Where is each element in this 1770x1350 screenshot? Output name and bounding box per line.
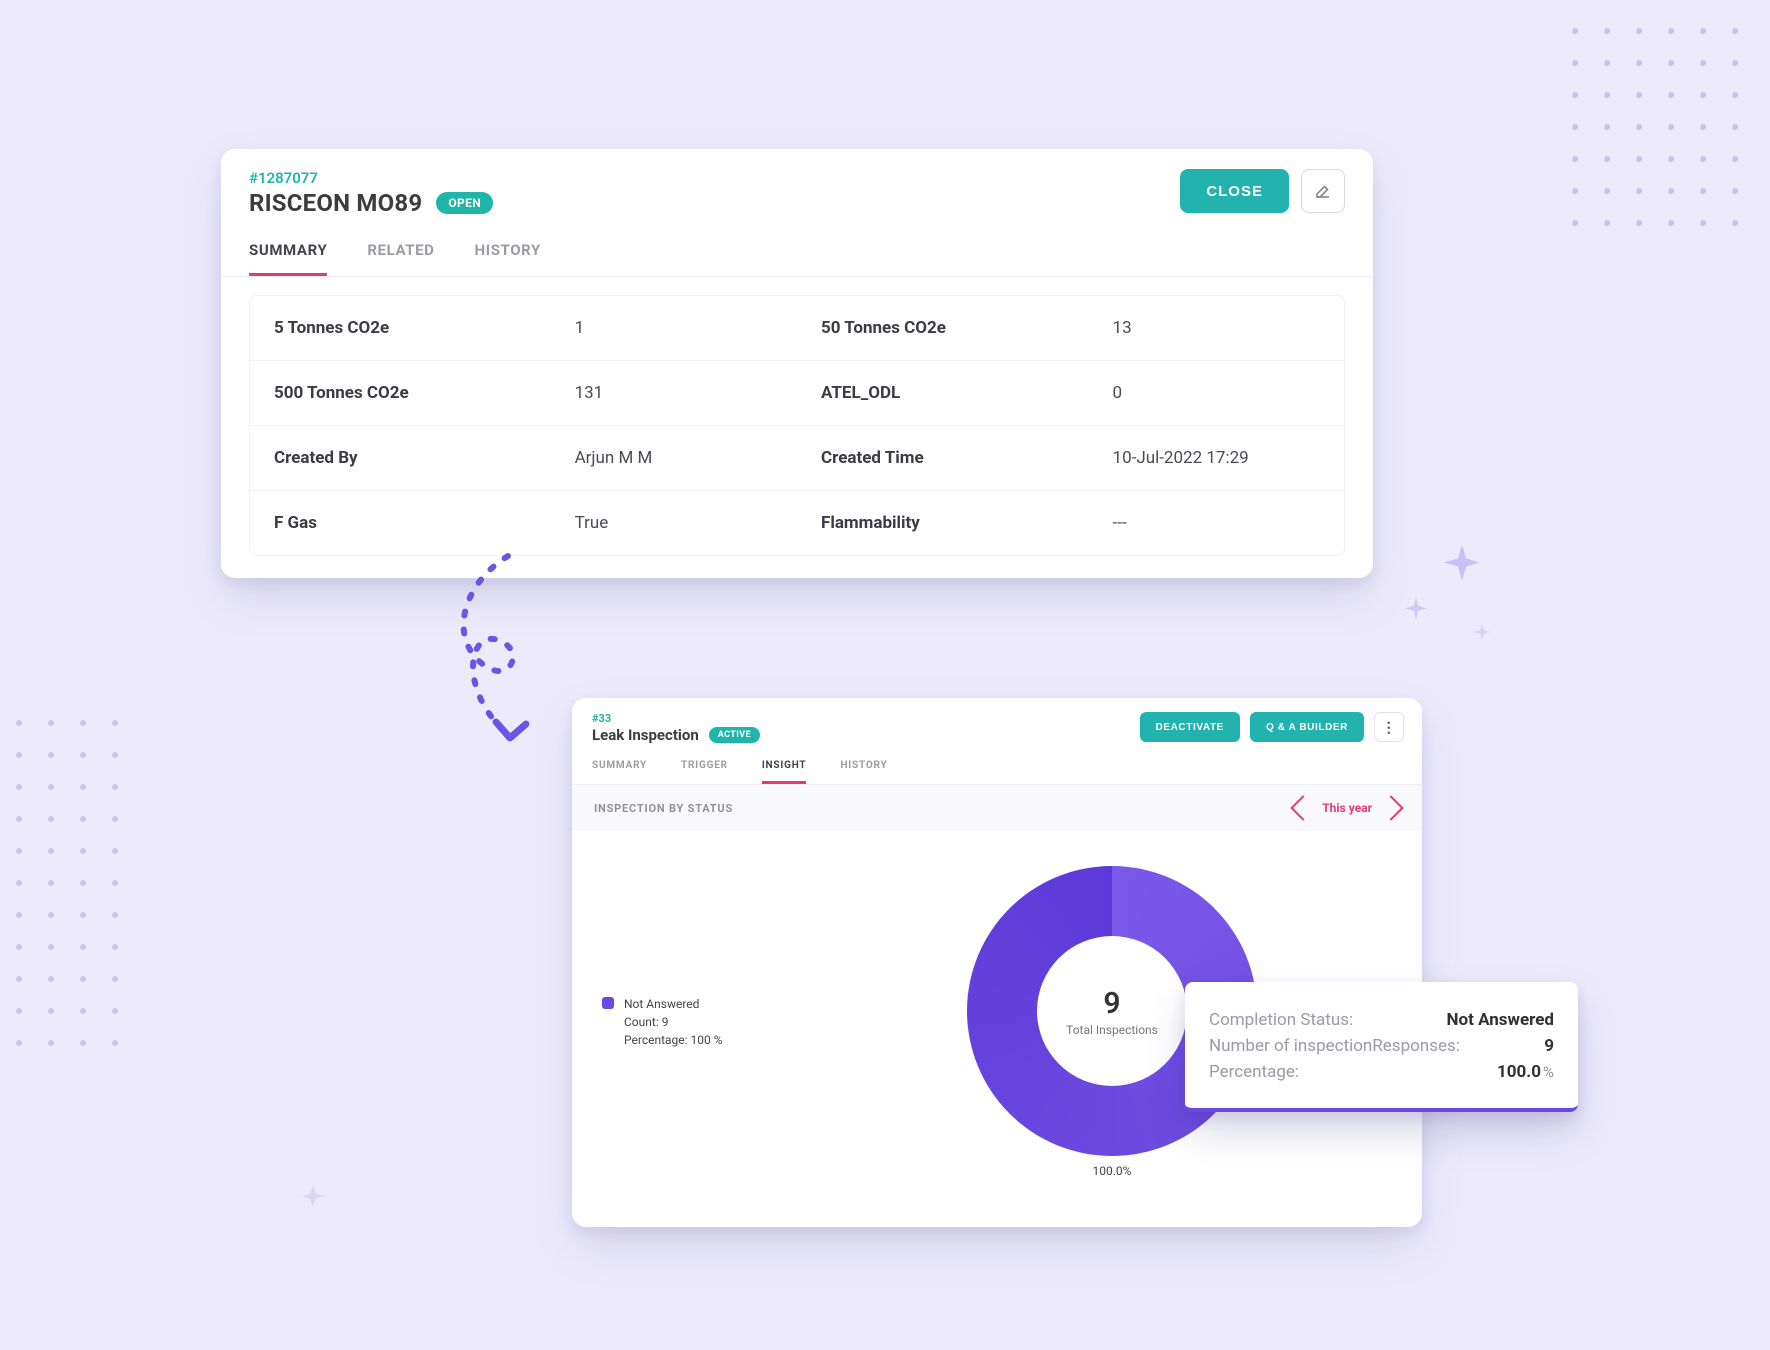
field-value: --- xyxy=(1089,491,1344,555)
table-row: 5 Tonnes CO2e 1 50 Tonnes CO2e 13 xyxy=(250,296,1344,361)
legend-count: Count: 9 xyxy=(624,1013,723,1031)
record-tabs: SUMMARY RELATED HISTORY xyxy=(221,217,1373,277)
tab-summary[interactable]: SUMMARY xyxy=(249,241,327,276)
section-title: INSPECTION BY STATUS xyxy=(594,802,733,815)
status-badge: OPEN xyxy=(436,192,493,214)
chart-legend: Not Answered Count: 9 Percentage: 100 % xyxy=(602,995,832,1049)
summary-table: 5 Tonnes CO2e 1 50 Tonnes CO2e 13 500 To… xyxy=(249,295,1345,556)
tooltip-value: 9 xyxy=(1544,1036,1554,1056)
tooltip-value: 100.0% xyxy=(1497,1062,1554,1082)
field-value: True xyxy=(551,491,797,555)
field-value: 10-Jul-2022 17:29 xyxy=(1089,426,1344,490)
status-badge: ACTIVE xyxy=(709,727,760,743)
tab-history[interactable]: HISTORY xyxy=(475,241,541,276)
deactivate-button[interactable]: DEACTIVATE xyxy=(1140,712,1240,742)
field-label: 5 Tonnes CO2e xyxy=(250,296,551,360)
qa-builder-button[interactable]: Q & A BUILDER xyxy=(1250,712,1364,742)
tooltip-key: Completion Status: xyxy=(1209,1010,1353,1030)
chart-tooltip: Completion Status: Not Answered Number o… xyxy=(1185,982,1578,1112)
legend-swatch-icon xyxy=(602,997,614,1009)
record-title: RISCEON MO89 xyxy=(249,189,422,217)
edit-icon xyxy=(1314,182,1332,200)
edit-button[interactable] xyxy=(1301,169,1345,213)
field-label: Created Time xyxy=(797,426,1089,490)
donut-slice-label: 100.0% xyxy=(1093,1164,1132,1178)
connector-arrow-icon xyxy=(438,550,558,750)
field-label: ATEL_ODL xyxy=(797,361,1089,425)
tab-summary[interactable]: SUMMARY xyxy=(592,760,647,784)
sparkle-icon xyxy=(1400,595,1432,627)
tab-history[interactable]: HISTORY xyxy=(840,760,887,784)
field-value: Arjun M M xyxy=(551,426,797,490)
insight-tabs: SUMMARY TRIGGER INSIGHT HISTORY xyxy=(572,744,1422,785)
tooltip-value: Not Answered xyxy=(1447,1010,1554,1030)
tab-insight[interactable]: INSIGHT xyxy=(762,760,807,784)
legend-percentage: Percentage: 100 % xyxy=(624,1031,723,1049)
donut-center-label: Total Inspections xyxy=(1066,1023,1158,1037)
field-value: 13 xyxy=(1089,296,1344,360)
inspection-insight-card: #33 Leak Inspection ACTIVE DEACTIVATE Q … xyxy=(572,698,1422,1227)
tab-related[interactable]: RELATED xyxy=(367,241,434,276)
close-button[interactable]: CLOSE xyxy=(1180,169,1289,213)
record-title: Leak Inspection xyxy=(592,726,699,744)
field-label: F Gas xyxy=(250,491,551,555)
record-id: #1287077 xyxy=(249,169,493,187)
donut-center-value: 9 xyxy=(1066,986,1158,1021)
sparkle-icon xyxy=(296,1182,330,1216)
table-row: 500 Tonnes CO2e 131 ATEL_ODL 0 xyxy=(250,361,1344,426)
field-label: 500 Tonnes CO2e xyxy=(250,361,551,425)
date-range-picker: This year xyxy=(1294,799,1400,817)
field-value: 131 xyxy=(551,361,797,425)
kebab-icon: ⋮ xyxy=(1382,720,1397,734)
field-label: Created By xyxy=(250,426,551,490)
record-id: #33 xyxy=(592,712,760,725)
field-label: 50 Tonnes CO2e xyxy=(797,296,1089,360)
sparkle-icon xyxy=(1435,540,1489,594)
dot-grid-top-right xyxy=(1572,28,1738,226)
field-value: 1 xyxy=(551,296,797,360)
range-prev-button[interactable] xyxy=(1291,795,1316,820)
record-summary-card: #1287077 RISCEON MO89 OPEN CLOSE SUMMARY… xyxy=(221,149,1373,578)
tooltip-key: Number of inspectionResponses: xyxy=(1209,1036,1460,1056)
field-label: Flammability xyxy=(797,491,1089,555)
table-row: Created By Arjun M M Created Time 10-Jul… xyxy=(250,426,1344,491)
tooltip-key: Percentage: xyxy=(1209,1062,1299,1082)
dot-grid-left xyxy=(16,720,118,1046)
more-menu-button[interactable]: ⋮ xyxy=(1374,712,1404,742)
table-row: F Gas True Flammability --- xyxy=(250,491,1344,555)
field-value: 0 xyxy=(1089,361,1344,425)
range-label[interactable]: This year xyxy=(1322,801,1372,815)
sparkle-icon xyxy=(1470,622,1494,646)
range-next-button[interactable] xyxy=(1378,795,1403,820)
legend-series-name: Not Answered xyxy=(624,995,723,1013)
tab-trigger[interactable]: TRIGGER xyxy=(681,760,728,784)
